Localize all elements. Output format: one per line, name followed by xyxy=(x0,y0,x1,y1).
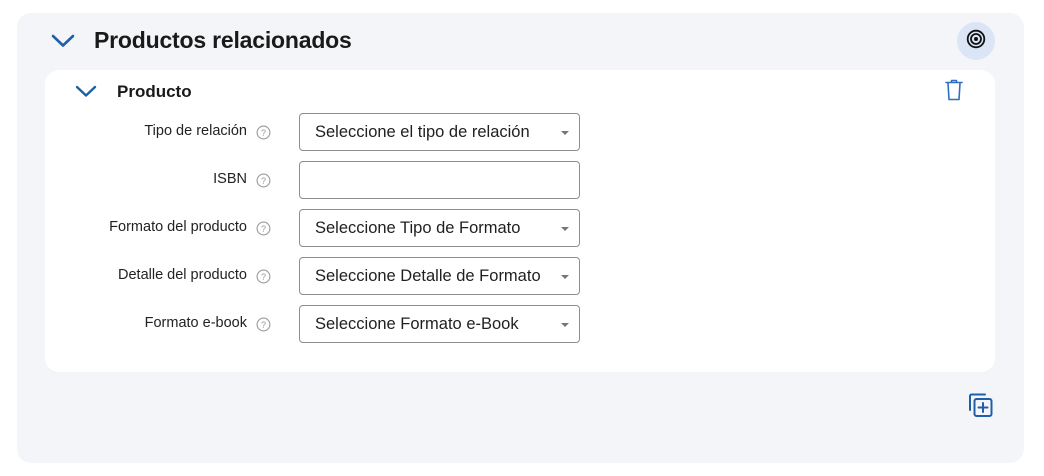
target-button[interactable] xyxy=(957,22,995,60)
field-row-product-format: Formato del producto ? Seleccione Tipo d… xyxy=(0,209,1044,247)
caret-down-icon xyxy=(561,227,569,231)
help-icon[interactable]: ? xyxy=(256,269,271,284)
svg-text:?: ? xyxy=(261,176,266,186)
field-label: Formato del producto xyxy=(109,219,247,235)
trash-icon xyxy=(945,79,963,106)
field-label: ISBN xyxy=(213,171,247,187)
field-row-isbn: ISBN ? xyxy=(0,161,1044,199)
svg-text:?: ? xyxy=(261,128,266,138)
help-icon[interactable]: ? xyxy=(256,173,271,188)
ebook-format-select[interactable]: Seleccione Formato e-Book xyxy=(299,305,580,343)
relation-type-select[interactable]: Seleccione el tipo de relación xyxy=(299,113,580,151)
field-label: Detalle del producto xyxy=(118,267,247,283)
product-title: Producto xyxy=(117,82,192,101)
caret-down-icon xyxy=(561,275,569,279)
delete-product-button[interactable] xyxy=(942,79,966,105)
caret-down-icon xyxy=(561,131,569,135)
field-label: Tipo de relación xyxy=(144,123,247,139)
field-row-ebook-format: Formato e-book ? Seleccione Formato e-Bo… xyxy=(0,305,1044,343)
help-icon[interactable]: ? xyxy=(256,125,271,140)
field-row-product-detail: Detalle del producto ? Seleccione Detall… xyxy=(0,257,1044,295)
help-icon[interactable]: ? xyxy=(256,221,271,236)
svg-text:?: ? xyxy=(261,224,266,234)
field-label: Formato e-book xyxy=(144,315,247,331)
add-product-button[interactable] xyxy=(965,392,995,422)
caret-down-icon xyxy=(561,323,569,327)
field-row-relation-type: Tipo de relación ? Seleccione el tipo de… xyxy=(0,113,1044,151)
section-title: Productos relacionados xyxy=(94,27,352,53)
svg-text:?: ? xyxy=(261,320,266,330)
isbn-input[interactable] xyxy=(299,161,580,199)
section-collapse-chevron-down-icon[interactable] xyxy=(50,30,76,52)
svg-text:?: ? xyxy=(261,272,266,282)
product-format-select[interactable]: Seleccione Tipo de Formato xyxy=(299,209,580,247)
target-icon xyxy=(966,29,986,54)
help-icon[interactable]: ? xyxy=(256,317,271,332)
product-detail-select[interactable]: Seleccione Detalle de Formato xyxy=(299,257,580,295)
product-collapse-chevron-down-icon[interactable] xyxy=(74,81,98,101)
add-copy-icon xyxy=(966,391,994,424)
